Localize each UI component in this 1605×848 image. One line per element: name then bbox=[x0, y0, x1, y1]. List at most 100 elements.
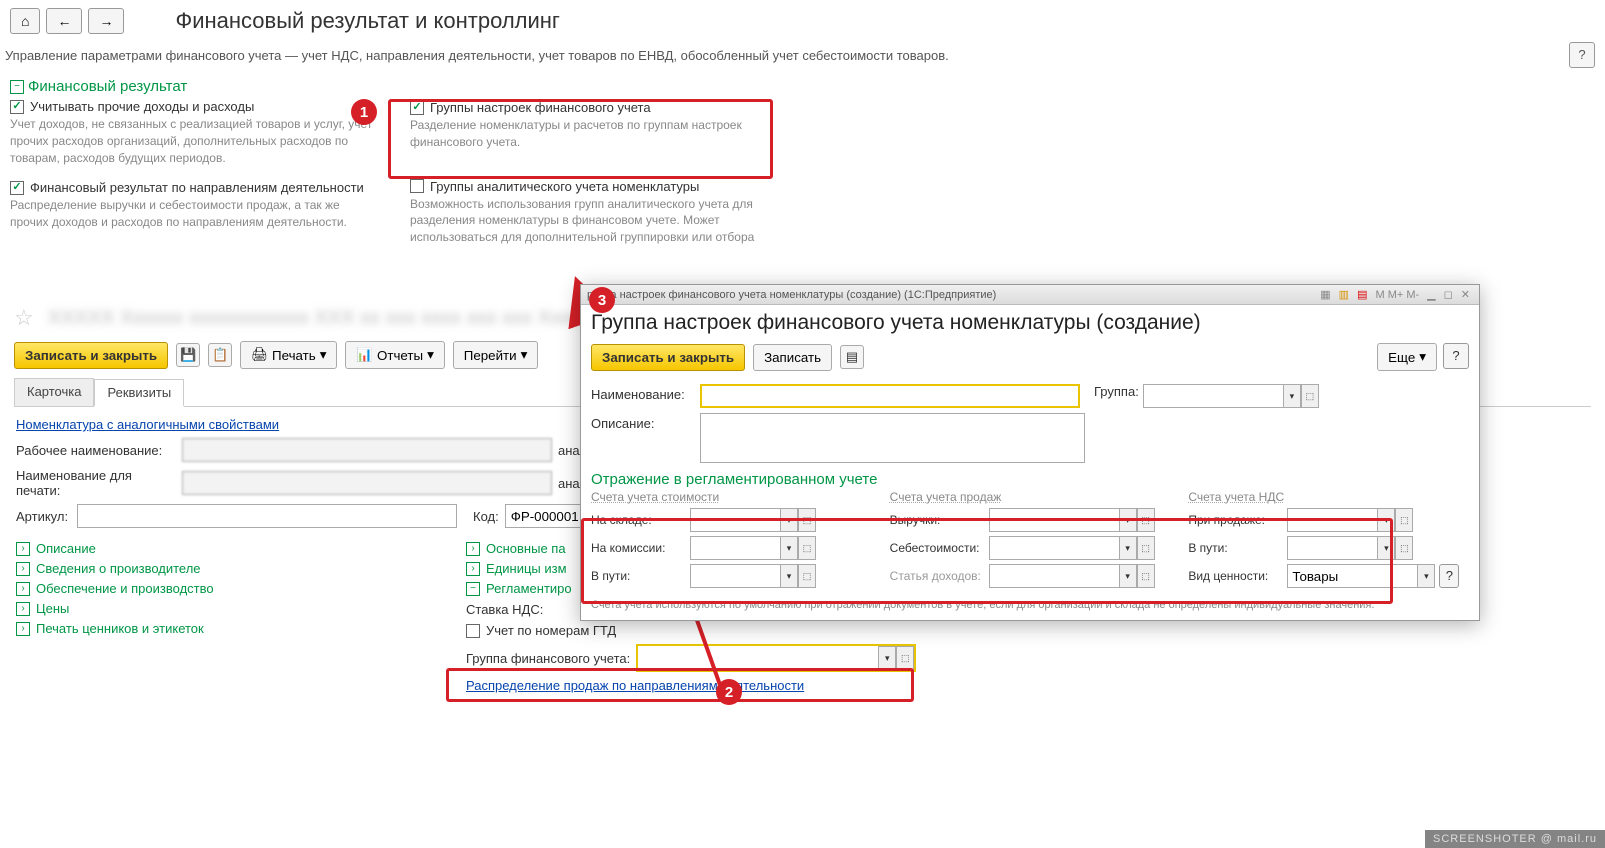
collapse-icon[interactable]: − bbox=[10, 80, 24, 94]
fingroup-input[interactable] bbox=[638, 646, 878, 670]
label-stock: На складе: bbox=[591, 513, 686, 527]
expand-producer[interactable]: ›Сведения о производителе bbox=[16, 561, 436, 576]
open-icon[interactable]: ⬚ bbox=[798, 564, 816, 588]
label-vat: Ставка НДС: bbox=[466, 602, 543, 617]
label-workname: Рабочее наименование: bbox=[16, 443, 176, 458]
valtype-input[interactable] bbox=[1287, 564, 1417, 588]
save-icon[interactable]: 💾 bbox=[176, 343, 200, 367]
printname-input[interactable] bbox=[182, 471, 552, 495]
description-textarea[interactable] bbox=[700, 413, 1085, 463]
checkbox-gtd[interactable] bbox=[466, 624, 480, 638]
dialog-window-title: руппа настроек финансового учета номенкл… bbox=[587, 289, 996, 301]
dlg-help-button[interactable]: ? bbox=[1443, 343, 1469, 369]
checkbox-other-income[interactable] bbox=[10, 100, 24, 114]
label-name: Наименование: bbox=[591, 384, 696, 402]
articul-input[interactable] bbox=[77, 504, 457, 528]
page-subtitle: Управление параметрами финансового учета… bbox=[5, 48, 949, 63]
reports-button[interactable]: 📊Отчеты▾ bbox=[345, 341, 444, 369]
dlg-write-button[interactable]: Записать bbox=[753, 344, 832, 371]
open-icon[interactable]: ⬚ bbox=[1137, 508, 1155, 532]
tab-card[interactable]: Карточка bbox=[14, 378, 94, 406]
expand-prices[interactable]: ›Цены bbox=[16, 601, 436, 616]
annotation-badge-1: 1 bbox=[351, 99, 377, 125]
dialog-fin-group-create: руппа настроек финансового учета номенкл… bbox=[580, 284, 1480, 621]
revenue-input[interactable] bbox=[989, 508, 1119, 532]
costsales-input[interactable] bbox=[989, 536, 1119, 560]
close-icon[interactable]: ✕ bbox=[1458, 288, 1473, 301]
open-icon[interactable]: ⬚ bbox=[1137, 536, 1155, 560]
hint-text: Распределение выручки и себестоимости пр… bbox=[10, 197, 380, 231]
label-costsales: Себестоимости: bbox=[890, 541, 985, 555]
open-icon[interactable]: ⬚ bbox=[1301, 384, 1319, 408]
group-input[interactable] bbox=[1143, 384, 1283, 408]
accounts-note: Счета учета используются по умолчанию пр… bbox=[591, 598, 1469, 612]
label-valtype: Вид ценности: bbox=[1188, 569, 1283, 583]
save-close-button[interactable]: Записать и закрыть bbox=[14, 342, 168, 369]
page-title: Финансовый результат и контроллинг bbox=[175, 8, 559, 34]
subheader-vat: Счета учета НДС bbox=[1188, 490, 1469, 504]
dropdown-icon[interactable]: ▾ bbox=[878, 646, 896, 670]
open-icon[interactable]: ⬚ bbox=[896, 646, 914, 670]
cb-label: Группы аналитического учета номенклатуры bbox=[430, 179, 699, 194]
dropdown-icon[interactable]: ▾ bbox=[780, 564, 798, 588]
more-button[interactable]: Еще▾ bbox=[1377, 343, 1437, 371]
open-icon[interactable]: ⬚ bbox=[798, 508, 816, 532]
open-icon[interactable]: ⬚ bbox=[1395, 508, 1413, 532]
code-input[interactable] bbox=[505, 504, 585, 528]
window-tool-icon[interactable]: ▦ bbox=[1317, 288, 1333, 301]
dlg-save-close-button[interactable]: Записать и закрыть bbox=[591, 344, 745, 371]
label-fingroup: Группа финансового учета: bbox=[466, 651, 630, 666]
open-icon[interactable]: ⬚ bbox=[798, 536, 816, 560]
open-icon[interactable]: ⬚ bbox=[1137, 564, 1155, 588]
subheader-cost: Счета учета стоимости bbox=[591, 490, 872, 504]
back-button[interactable]: ← bbox=[46, 8, 82, 34]
label-income: Статья доходов: bbox=[890, 569, 985, 583]
valtype-help[interactable]: ? bbox=[1439, 564, 1459, 588]
dropdown-icon[interactable]: ▾ bbox=[1119, 564, 1137, 588]
commission-input[interactable] bbox=[690, 536, 780, 560]
cb-label: Финансовый результат по направлениям дея… bbox=[30, 180, 364, 195]
dropdown-icon[interactable]: ▾ bbox=[1377, 508, 1395, 532]
expand-tags[interactable]: ›Печать ценников и этикеток bbox=[16, 621, 436, 636]
watermark: SCREENSHOTER @ mail.ru bbox=[1425, 830, 1605, 848]
home-button[interactable]: ⌂ bbox=[10, 8, 40, 34]
dropdown-icon[interactable]: ▾ bbox=[780, 536, 798, 560]
tab-requisites[interactable]: Реквизиты bbox=[94, 379, 184, 407]
window-tool-icon[interactable]: ▥ bbox=[1336, 288, 1352, 301]
dropdown-icon[interactable]: ▾ bbox=[1283, 384, 1301, 408]
checkbox-directions[interactable] bbox=[10, 181, 24, 195]
favorite-star-icon[interactable]: ☆ bbox=[14, 305, 34, 331]
similar-nomenclature-link[interactable]: Номенклатура с аналогичными свойствами bbox=[16, 417, 279, 432]
dropdown-icon[interactable]: ▾ bbox=[1377, 536, 1395, 560]
onsale-input[interactable] bbox=[1287, 508, 1377, 532]
annotation-box-2 bbox=[446, 668, 914, 702]
stock-input[interactable] bbox=[690, 508, 780, 532]
list-icon[interactable]: ▤ bbox=[840, 345, 864, 369]
label-articul: Артикул: bbox=[16, 509, 71, 524]
forward-button[interactable]: → bbox=[88, 8, 124, 34]
goto-button[interactable]: Перейти▾ bbox=[453, 341, 539, 369]
label-transit: В пути: bbox=[591, 569, 686, 583]
name-input[interactable] bbox=[700, 384, 1080, 408]
minimize-icon[interactable]: ▁ bbox=[1424, 288, 1438, 301]
expand-description[interactable]: ›Описание bbox=[16, 541, 436, 556]
annotation-badge-3: 3 bbox=[589, 287, 615, 313]
open-icon[interactable]: ⬚ bbox=[1395, 536, 1413, 560]
dropdown-icon[interactable]: ▾ bbox=[780, 508, 798, 532]
dropdown-icon[interactable]: ▾ bbox=[1417, 564, 1435, 588]
expand-supply[interactable]: ›Обеспечение и производство bbox=[16, 581, 436, 596]
dropdown-icon[interactable]: ▾ bbox=[1119, 536, 1137, 560]
help-button[interactable]: ? bbox=[1569, 42, 1595, 68]
print-button[interactable]: 🖨Печать▾ bbox=[240, 341, 337, 369]
dropdown-icon[interactable]: ▾ bbox=[1119, 508, 1137, 532]
cb-label: Учет по номерам ГТД bbox=[486, 623, 616, 638]
checkbox-analytic-groups[interactable] bbox=[410, 179, 424, 193]
window-tool-icon[interactable]: ▤ bbox=[1354, 288, 1370, 301]
transit-input[interactable] bbox=[690, 564, 780, 588]
maximize-icon[interactable]: ◻ bbox=[1441, 288, 1456, 301]
intransit2-input[interactable] bbox=[1287, 536, 1377, 560]
workname-input[interactable] bbox=[182, 438, 552, 462]
income-input[interactable] bbox=[989, 564, 1119, 588]
checklist-icon[interactable]: 📋 bbox=[208, 343, 232, 367]
blurred-title: XXXXX Xxxxxx xxxxxxxxxxxx XXX xx xxx xxx… bbox=[48, 307, 657, 330]
